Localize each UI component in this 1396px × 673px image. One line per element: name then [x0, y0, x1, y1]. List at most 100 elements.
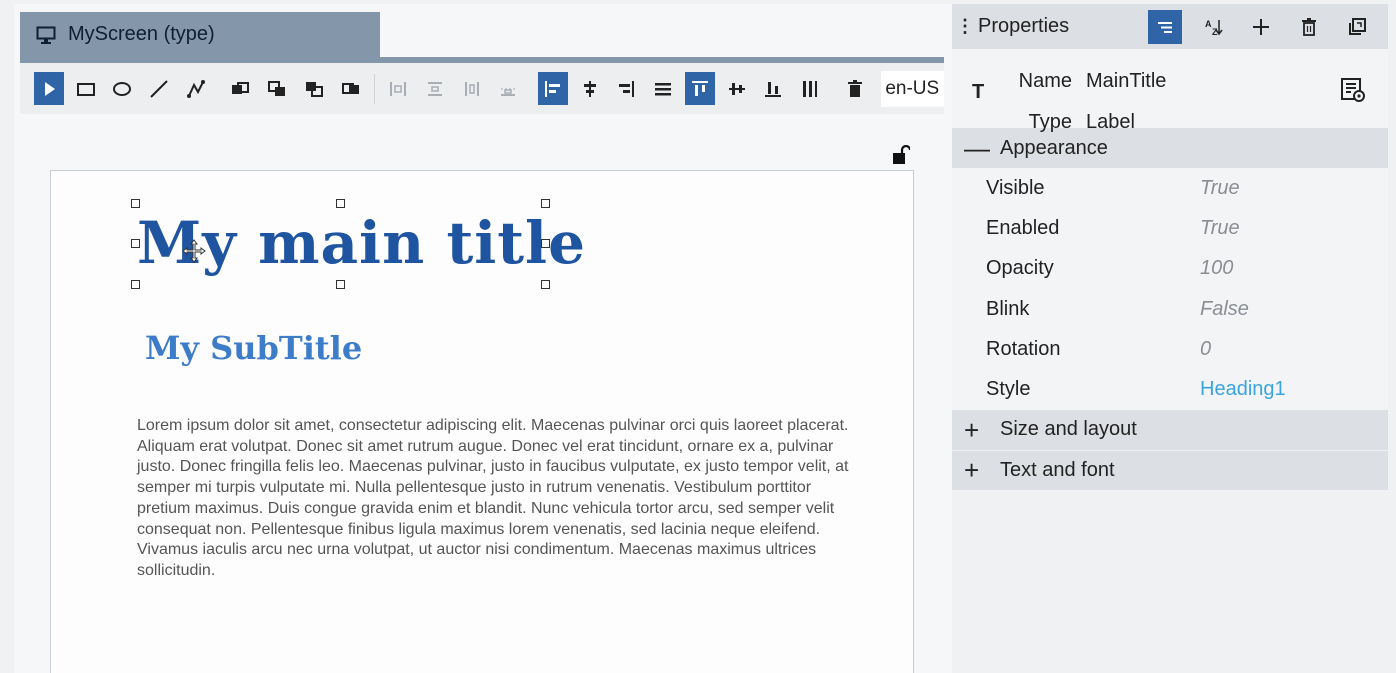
line-icon: [150, 79, 168, 98]
send-to-back-button[interactable]: [299, 72, 329, 105]
section-text-font[interactable]: + Text and font: [952, 449, 1388, 490]
property-row-style[interactable]: Style Heading1: [952, 369, 1388, 410]
distribute-vertical-icon: [464, 81, 479, 96]
unlock-icon[interactable]: [892, 145, 910, 165]
send-backward-button[interactable]: [336, 72, 366, 105]
ellipse-tool-button[interactable]: [107, 72, 137, 105]
selection-handle-top-left[interactable]: [131, 199, 140, 208]
monitor-icon: [36, 26, 56, 44]
drawing-toolbar: en-US: [20, 63, 944, 114]
sub-title-label[interactable]: My SubTitle: [145, 329, 362, 367]
bring-forward-button[interactable]: [226, 72, 256, 105]
align-center-icon: [583, 80, 596, 97]
selection-handle-bottom[interactable]: [336, 280, 345, 289]
distribute-center-icon: [427, 81, 442, 96]
name-label: Name: [1018, 70, 1072, 92]
property-key: Blink: [986, 297, 1030, 320]
delete-shape-button[interactable]: [840, 72, 870, 105]
justify-icon: [655, 82, 672, 95]
bring-to-front-button[interactable]: [262, 72, 292, 105]
name-value[interactable]: MainTitle: [1086, 70, 1166, 92]
add-property-button[interactable]: [1244, 10, 1278, 44]
delete-property-button[interactable]: [1292, 10, 1326, 44]
property-row-opacity[interactable]: Opacity 100: [952, 248, 1388, 289]
property-value[interactable]: Heading1: [1200, 378, 1286, 401]
distribute-horizontal-button[interactable]: [383, 72, 413, 105]
align-right-button[interactable]: [612, 72, 642, 105]
align-bottom-button[interactable]: [758, 72, 788, 105]
property-settings-icon[interactable]: [1340, 77, 1366, 103]
align-top-button[interactable]: [685, 72, 715, 105]
categorized-list-icon: [1158, 21, 1172, 33]
properties-title: Properties: [978, 15, 1070, 37]
property-row-enabled[interactable]: Enabled True: [952, 208, 1388, 249]
property-value[interactable]: True: [1200, 177, 1240, 200]
bring-to-front-icon: [268, 80, 286, 96]
tab-title: MyScreen (type): [68, 23, 215, 45]
trash-icon: [847, 79, 862, 97]
selected-object-info: T Name MainTitle Type Label: [952, 49, 1388, 133]
align-middle-button[interactable]: [722, 72, 752, 105]
popout-button[interactable]: [1340, 10, 1374, 44]
bring-forward-icon: [232, 81, 250, 94]
section-appearance[interactable]: — Appearance: [952, 128, 1388, 168]
expand-plus-icon: +: [964, 414, 980, 445]
align-left-icon: [545, 80, 561, 97]
sort-az-button[interactable]: AZ: [1196, 10, 1230, 44]
categorized-view-button[interactable]: [1148, 9, 1182, 44]
align-top-icon: [691, 80, 708, 96]
rectangle-tool-button[interactable]: [71, 72, 101, 105]
section-size-layout[interactable]: + Size and layout: [952, 409, 1388, 450]
send-to-back-icon: [305, 81, 323, 97]
justify-button[interactable]: [648, 72, 678, 105]
line-tool-button[interactable]: [144, 72, 174, 105]
section-size-layout-label: Size and layout: [1000, 418, 1137, 441]
drag-handle-icon[interactable]: ⋮: [952, 16, 978, 37]
property-row-visible[interactable]: Visible True: [952, 168, 1388, 209]
screen-editor: MyScreen (type) en-US My main title My S…: [14, 4, 952, 673]
property-value[interactable]: 0: [1200, 338, 1211, 361]
property-row-rotation[interactable]: Rotation 0: [952, 329, 1388, 370]
polyline-icon: [186, 79, 205, 98]
type-value: Label: [1086, 111, 1135, 133]
property-value[interactable]: False: [1200, 298, 1249, 321]
selection-handle-top[interactable]: [336, 199, 345, 208]
selection-handle-bottom-left[interactable]: [131, 280, 140, 289]
trash-icon: [1302, 17, 1316, 36]
stretch-button[interactable]: [795, 72, 825, 105]
tab-myscreen[interactable]: MyScreen (type): [20, 12, 380, 57]
pointer-icon: [44, 81, 55, 96]
distribute-center-button[interactable]: [420, 72, 450, 105]
body-text-label[interactable]: Lorem ipsum dolor sit amet, consectetur …: [137, 416, 867, 582]
stretch-icon: [803, 80, 818, 97]
locale-selector[interactable]: en-US: [880, 70, 944, 107]
section-appearance-label: Appearance: [1000, 136, 1108, 159]
ellipse-icon: [113, 81, 132, 96]
distribute-horizontal-icon: [390, 81, 407, 96]
polyline-tool-button[interactable]: [181, 72, 211, 105]
property-row-blink[interactable]: Blink False: [952, 288, 1388, 330]
sort-az-icon: AZ: [1205, 19, 1223, 37]
design-canvas[interactable]: My main title My SubTitle Lorem ipsum do…: [50, 170, 914, 673]
property-value[interactable]: 100: [1200, 257, 1233, 280]
align-center-button[interactable]: [575, 72, 605, 105]
selection-handle-right[interactable]: [541, 239, 550, 248]
properties-header: ⋮ Properties AZ: [952, 4, 1388, 49]
appearance-property-list: Visible True Enabled True Opacity 100 Blink Fal…: [952, 168, 1388, 410]
property-value[interactable]: True: [1200, 217, 1240, 240]
pointer-tool-button[interactable]: [34, 72, 64, 105]
selection-handle-bottom-right[interactable]: [541, 280, 550, 289]
move-cursor-icon: [182, 239, 206, 263]
property-key: Opacity: [986, 257, 1054, 280]
align-left-button[interactable]: [538, 72, 568, 105]
align-bottom-icon: [765, 81, 782, 97]
distribute-bottom-icon: [501, 88, 516, 96]
selection-handle-left[interactable]: [131, 239, 140, 248]
distribute-vertical-button[interactable]: [457, 72, 487, 105]
align-middle-icon: [728, 82, 745, 95]
rectangle-icon: [76, 82, 95, 96]
distribute-bottom-button[interactable]: [494, 72, 524, 105]
svg-text:A: A: [1205, 19, 1212, 29]
selection-handle-top-right[interactable]: [541, 199, 550, 208]
type-label: Type: [1028, 111, 1072, 133]
